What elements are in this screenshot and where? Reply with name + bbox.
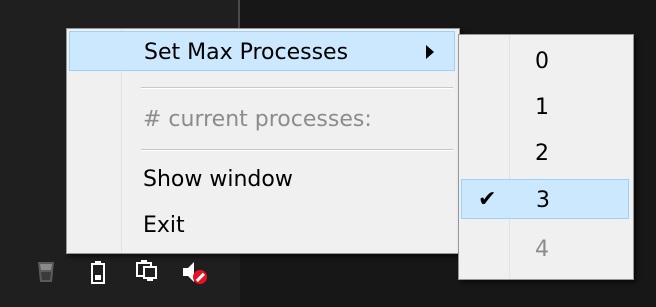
submenu-item-label: 3 xyxy=(536,188,550,213)
battery-icon[interactable] xyxy=(84,258,112,286)
app-tray-icon[interactable] xyxy=(32,258,60,286)
menu-item-exit[interactable]: Exit xyxy=(69,205,455,245)
menu-item-label: # current processes: xyxy=(143,107,372,132)
submenu-item-4: 4 xyxy=(461,229,629,269)
submenu-arrow-icon xyxy=(426,45,434,59)
submenu-item-label: 1 xyxy=(535,95,549,120)
submenu-item-label: 2 xyxy=(535,141,549,166)
menu-item-show-window[interactable]: Show window xyxy=(69,159,455,199)
network-icon[interactable] xyxy=(132,258,160,286)
menu-item-label: Exit xyxy=(143,213,185,238)
tray-context-menu: Set Max Processes # current processes: S… xyxy=(66,28,460,254)
submenu-item-1[interactable]: 1 xyxy=(461,87,629,127)
submenu-item-3[interactable]: ✔ 3 xyxy=(461,179,629,219)
submenu-item-label: 4 xyxy=(535,237,549,262)
submenu-item-label: 0 xyxy=(535,49,549,74)
volume-muted-icon[interactable] xyxy=(180,258,208,286)
menu-item-label: Show window xyxy=(143,167,293,192)
menu-item-label: Set Max Processes xyxy=(144,40,349,65)
menu-item-current-processes: # current processes: xyxy=(69,99,455,139)
max-processes-submenu: 0 1 2 ✔ 3 4 xyxy=(458,34,634,280)
submenu-item-2[interactable]: 2 xyxy=(461,133,629,173)
submenu-item-0[interactable]: 0 xyxy=(461,41,629,81)
menu-separator xyxy=(141,149,453,151)
checkmark-icon: ✔ xyxy=(478,187,497,212)
menu-item-set-max-processes[interactable]: Set Max Processes xyxy=(69,31,455,71)
system-tray xyxy=(24,252,244,292)
menu-separator xyxy=(141,87,453,89)
